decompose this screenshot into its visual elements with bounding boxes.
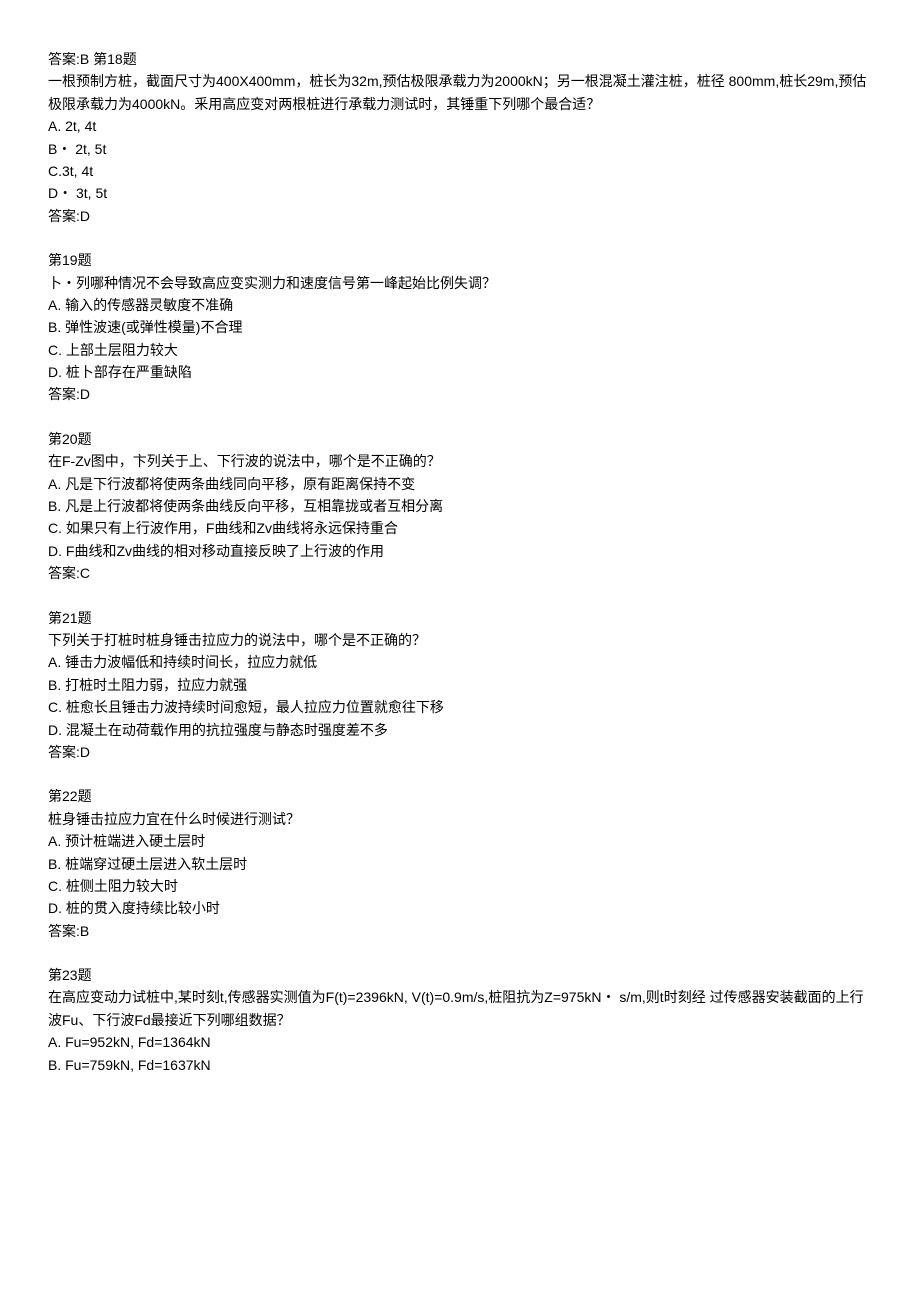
q19-option-a: A. 输入的传感器灵敏度不准确 xyxy=(48,294,872,316)
q22-answer: 答案:B xyxy=(48,920,872,942)
q23-title: 第23题 xyxy=(48,964,872,986)
q21-option-b: B. 打桩时土阻力弱，拉应力就强 xyxy=(48,674,872,696)
q21-block: 第21题 下列关于打桩时桩身锤击拉应力的说法中，哪个是不正确的？ A. 锤击力波… xyxy=(48,607,872,764)
q22-block: 第22题 桩身锤击拉应力宜在什么时候进行测试？ A. 预计桩端进入硬土层时 B.… xyxy=(48,785,872,942)
q18-stem: 一根预制方桩，截面尺寸为400X400mm，桩长为32m,预估极限承载力为200… xyxy=(48,70,872,115)
q20-option-d: D. F曲线和Zv曲线的相对移动直接反映了上行波的作用 xyxy=(48,540,872,562)
q19-block: 第19题 卜・列哪种情况不会导致高应变实测力和速度信号第一峰起始比例失调？ A.… xyxy=(48,249,872,406)
q19-option-c: C. 上部土层阻力较大 xyxy=(48,339,872,361)
q23-stem: 在高应变动力试桩中,某时刻t,传感器实测值为F(t)=2396kN, V(t)=… xyxy=(48,986,872,1031)
q22-stem: 桩身锤击拉应力宜在什么时候进行测试？ xyxy=(48,808,872,830)
q19-stem: 卜・列哪种情况不会导致高应变实测力和速度信号第一峰起始比例失调？ xyxy=(48,272,872,294)
q18-answer: 答案:D xyxy=(48,205,872,227)
q22-option-d: D. 桩的贯入度持续比较小时 xyxy=(48,897,872,919)
q23-option-a: A. Fu=952kN, Fd=1364kN xyxy=(48,1031,872,1053)
q21-option-c: C. 桩愈长且锤击力波持续时间愈短，最人拉应力位置就愈往下移 xyxy=(48,696,872,718)
q19-answer: 答案:D xyxy=(48,383,872,405)
q22-option-a: A. 预计桩端进入硬土层时 xyxy=(48,830,872,852)
q23-block: 第23题 在高应变动力试桩中,某时刻t,传感器实测值为F(t)=2396kN, … xyxy=(48,964,872,1076)
q21-answer: 答案:D xyxy=(48,741,872,763)
q21-stem: 下列关于打桩时桩身锤击拉应力的说法中，哪个是不正确的？ xyxy=(48,629,872,651)
q21-option-d: D. 混凝土在动荷载作用的抗拉强度与静态时强度差不多 xyxy=(48,719,872,741)
q20-option-b: B. 凡是上行波都将使两条曲线反向平移，互相靠拢或者互相分离 xyxy=(48,495,872,517)
q18-option-a: A. 2t, 4t xyxy=(48,115,872,137)
q21-title: 第21题 xyxy=(48,607,872,629)
q18-option-c: C.3t, 4t xyxy=(48,160,872,182)
q20-title: 第20题 xyxy=(48,428,872,450)
q22-option-b: B. 桩端穿过硬土层进入软土层时 xyxy=(48,853,872,875)
q21-option-a: A. 锤击力波幅低和持续时间长，拉应力就低 xyxy=(48,651,872,673)
q20-answer: 答案:C xyxy=(48,562,872,584)
q19-title: 第19题 xyxy=(48,249,872,271)
q22-title: 第22题 xyxy=(48,785,872,807)
q22-option-c: C. 桩侧土阻力较大时 xyxy=(48,875,872,897)
q19-option-d: D. 桩卜部存在严重缺陷 xyxy=(48,361,872,383)
q20-option-a: A. 凡是下行波都将使两条曲线同向平移，原有距离保持不变 xyxy=(48,473,872,495)
q19-option-b: B. 弹性波速(或弹性模量)不合理 xyxy=(48,316,872,338)
q20-stem: 在F-Zv图中，卞列关于上、下行波的说法中，哪个是不正确的？ xyxy=(48,450,872,472)
q23-option-b: B. Fu=759kN, Fd=1637kN xyxy=(48,1054,872,1076)
top-answer-and-q18-title: 答案:B 第18题 xyxy=(48,48,872,70)
q18-option-d: D・ 3t, 5t xyxy=(48,182,872,204)
q18-block: 答案:B 第18题 一根预制方桩，截面尺寸为400X400mm，桩长为32m,预… xyxy=(48,48,872,227)
q20-block: 第20题 在F-Zv图中，卞列关于上、下行波的说法中，哪个是不正确的？ A. 凡… xyxy=(48,428,872,585)
q20-option-c: C. 如果只有上行波作用，F曲线和Zv曲线将永远保持重合 xyxy=(48,517,872,539)
q18-option-b: B・ 2t, 5t xyxy=(48,138,872,160)
